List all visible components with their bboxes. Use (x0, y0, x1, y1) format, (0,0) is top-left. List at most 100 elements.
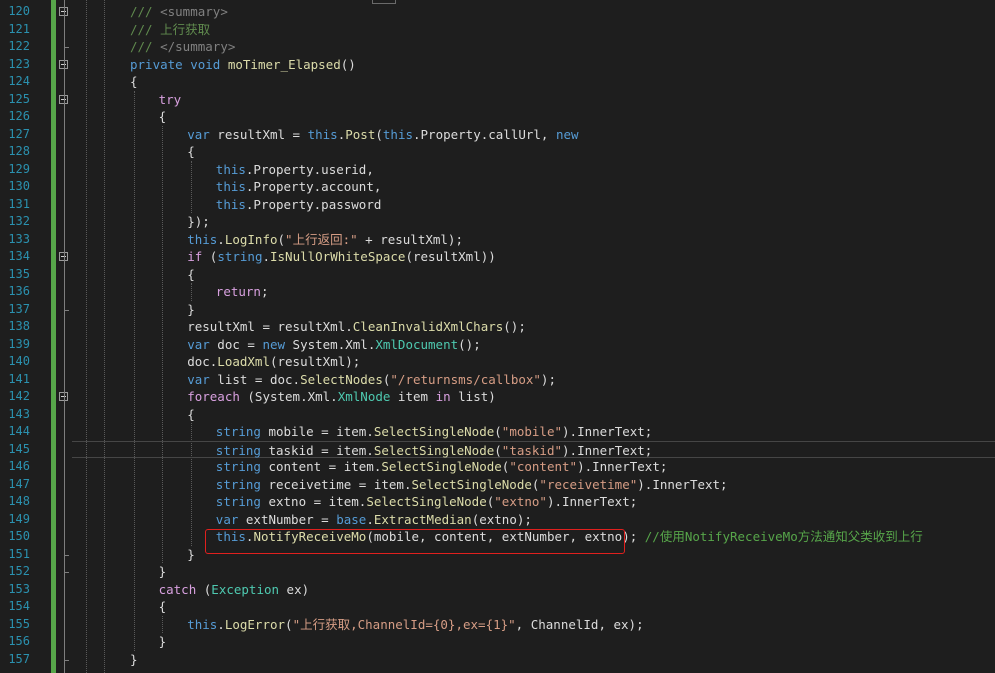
code-line[interactable]: }); (72, 213, 995, 231)
code-line[interactable]: { (72, 406, 995, 424)
code-token: ).InnerText; (562, 424, 653, 439)
code-line[interactable]: var resultXml = this.Post(this.Property.… (72, 126, 995, 144)
code-token: ).InnerText; (562, 442, 653, 458)
code-line[interactable]: string content = item.SelectSingleNode("… (72, 458, 995, 476)
code-token: doc. (187, 354, 218, 369)
code-token: this (187, 616, 218, 632)
code-line[interactable]: { (72, 108, 995, 126)
code-line[interactable]: this.Property.userid, (72, 161, 995, 179)
line-number: 122 (8, 39, 30, 53)
code-line[interactable]: /// <summary> (72, 3, 995, 21)
code-line[interactable]: { (72, 73, 995, 91)
code-line[interactable]: foreach (System.Xml.XmlNode item in list… (72, 388, 995, 406)
code-token: (resultXml); (269, 354, 361, 369)
code-line[interactable]: { (72, 266, 995, 284)
code-token: new (556, 126, 579, 142)
code-token: . (217, 231, 225, 247)
code-token: try (158, 91, 182, 107)
code-line[interactable]: } (72, 563, 995, 581)
code-token: ex) (279, 581, 310, 597)
code-token: this (307, 126, 338, 142)
code-line[interactable]: var extNumber = base.ExtractMedian(extno… (72, 511, 995, 529)
code-line[interactable]: try (72, 91, 995, 109)
line-number: 129 (8, 161, 30, 176)
code-token: new (262, 336, 286, 352)
code-token: , ChannelId, ex); (515, 616, 644, 632)
line-number: 154 (8, 599, 30, 613)
line-number: 128 (8, 144, 30, 158)
code-line[interactable]: resultXml = resultXml.CleanInvalidXmlCha… (72, 318, 995, 336)
code-line[interactable]: return; (72, 283, 995, 301)
code-line[interactable]: { (72, 143, 995, 161)
code-token: XmlNode (337, 389, 391, 404)
code-line[interactable]: string taskid = item.SelectSingleNode("t… (72, 440, 995, 458)
code-token: string (215, 424, 261, 439)
change-tracking-bar (51, 0, 56, 673)
code-line[interactable]: var doc = new System.Xml.XmlDocument(); (72, 336, 995, 354)
code-line[interactable]: this.Property.account, (72, 178, 995, 196)
code-token: "mobile" (501, 424, 563, 439)
code-token: Post (345, 126, 376, 142)
code-line[interactable]: } (72, 633, 995, 651)
code-token: ).InnerText; (577, 459, 668, 474)
code-line[interactable]: var list = doc.SelectNodes("/returnsms/c… (72, 371, 995, 389)
code-line[interactable]: string mobile = item.SelectSingleNode("m… (72, 423, 995, 441)
line-number: 139 (8, 336, 30, 351)
code-token: "taskid" (501, 442, 563, 458)
code-token: SelectSingleNode (373, 442, 495, 458)
code-token: { (158, 109, 167, 124)
line-number: 142 (8, 389, 30, 403)
code-token: extno = item. (260, 494, 367, 509)
code-line[interactable]: doc.LoadXml(resultXml); (72, 353, 995, 371)
code-token: ( (196, 581, 212, 597)
code-token: var (187, 126, 210, 142)
code-token: this (215, 179, 246, 194)
code-line[interactable]: if (string.IsNullOrWhiteSpace(resultXml)… (72, 248, 995, 266)
outline-end-tick (64, 572, 69, 573)
code-line[interactable]: { (72, 598, 995, 616)
code-token: SelectNodes (300, 371, 383, 387)
code-line[interactable]: private void moTimer_Elapsed() (72, 56, 995, 74)
code-token: ).InnerText; (637, 476, 728, 492)
code-token: .Property.userid, (245, 161, 374, 177)
code-editor[interactable]: 120 121 122 123 124 125 126 127 128 129 130 131 132 1… (0, 0, 995, 673)
outline-end-tick (64, 309, 69, 311)
code-line[interactable]: this.LogError("上行获取,ChannelId={0},ex={1}… (72, 616, 995, 634)
line-number: 149 (8, 511, 30, 526)
code-token: ( (375, 126, 383, 142)
code-token: receivetime = item. (260, 476, 412, 492)
code-line[interactable]: this.Property.password (72, 196, 995, 214)
outline-end-tick (64, 47, 69, 48)
code-token: } (158, 634, 167, 649)
code-token: { (158, 599, 167, 614)
code-line[interactable]: } (72, 651, 995, 669)
line-number: 133 (8, 231, 30, 246)
code-token: LoadXml (217, 354, 270, 369)
code-token: + resultXml); (357, 231, 463, 247)
code-token: } (158, 564, 167, 579)
code-line[interactable]: } (72, 301, 995, 319)
line-number: 157 (8, 651, 30, 666)
line-number: 140 (8, 354, 30, 368)
code-token: XmlDocument (375, 336, 459, 352)
code-token: item (390, 389, 436, 404)
line-number: 127 (8, 126, 30, 141)
code-line[interactable]: /// </summary> (72, 38, 995, 56)
annotation-highlight-box (205, 529, 625, 554)
code-token: ( (494, 442, 502, 458)
code-token: list = doc. (209, 371, 301, 387)
outline-end-tick (64, 554, 69, 556)
code-line[interactable]: this.LogInfo("上行返回:" + resultXml); (72, 231, 995, 249)
code-token: SelectSingleNode (381, 459, 502, 474)
code-token: this (382, 126, 413, 142)
code-token: moTimer_Elapsed (227, 56, 341, 72)
code-token: /// (130, 39, 161, 54)
code-line[interactable]: /// 上行获取 (72, 21, 995, 39)
code-token: private (130, 56, 183, 72)
code-line[interactable]: string receivetime = item.SelectSingleNo… (72, 476, 995, 494)
line-number: 138 (8, 319, 30, 333)
line-number: 126 (8, 109, 30, 123)
code-token: ); (540, 371, 556, 387)
code-line[interactable]: catch (Exception ex) (72, 581, 995, 599)
code-line[interactable]: string extno = item.SelectSingleNode("ex… (72, 493, 995, 511)
